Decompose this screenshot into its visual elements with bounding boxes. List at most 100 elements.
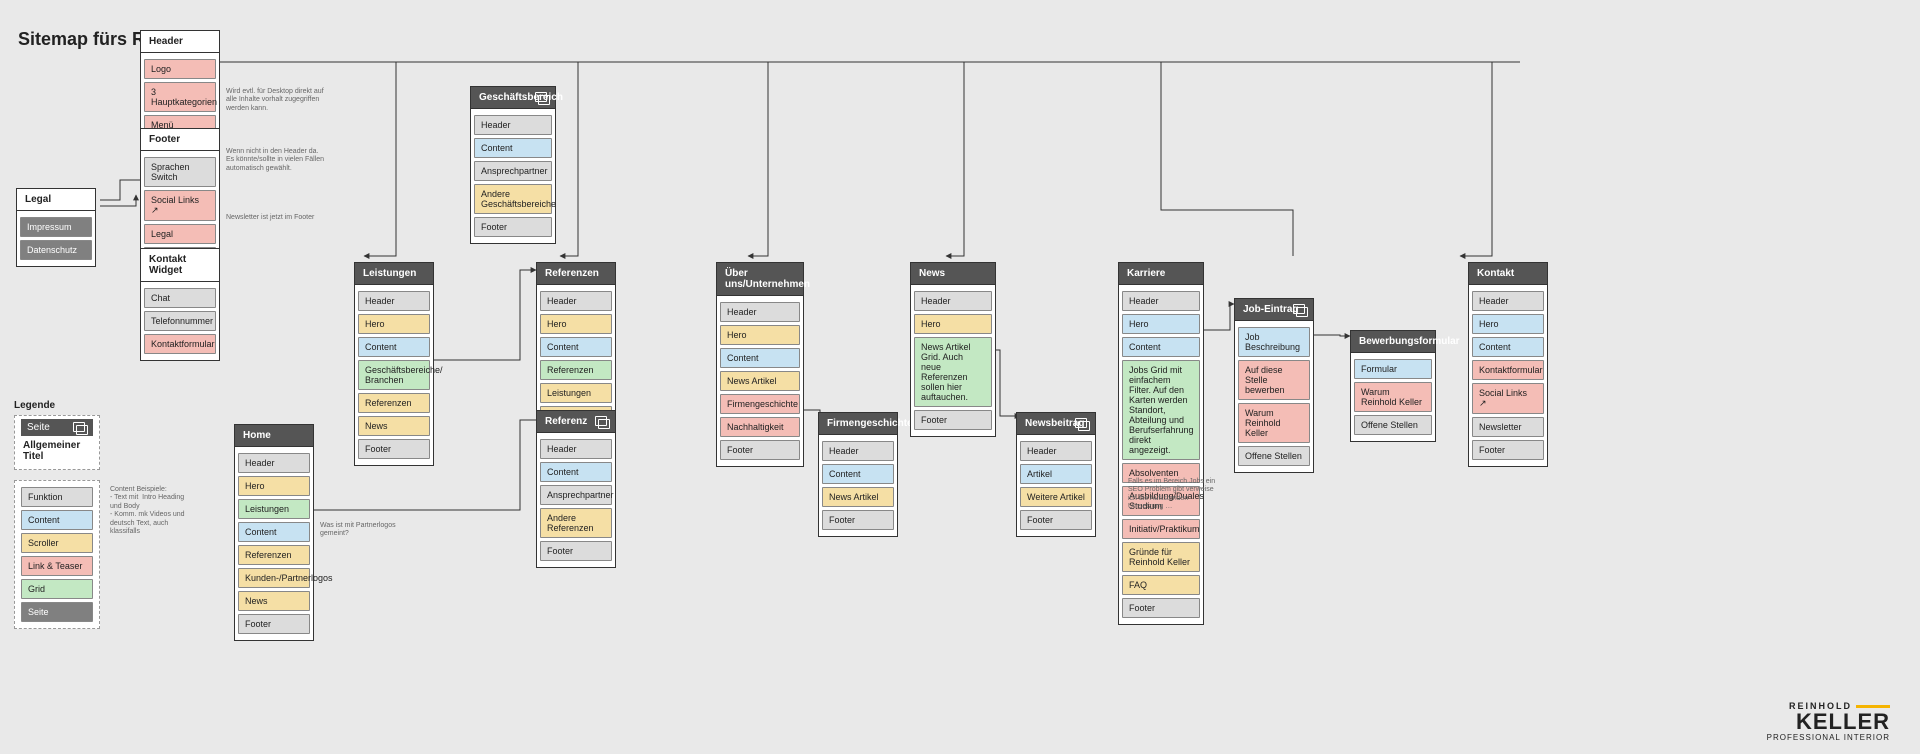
card-title: Leistungen xyxy=(355,263,433,285)
card-item: Hero xyxy=(1122,314,1200,334)
card-item: Content xyxy=(21,510,93,530)
card-item: Legal xyxy=(144,224,216,244)
card-item: FAQ xyxy=(1122,575,1200,595)
card-item: Footer xyxy=(822,510,894,530)
card-title: Bewerbungsformular xyxy=(1351,331,1435,353)
card-item: Content xyxy=(720,348,800,368)
card-item: Gründe für Reinhold Keller xyxy=(1122,542,1200,572)
card-item: Scroller xyxy=(21,533,93,553)
card-item: Header xyxy=(822,441,894,461)
card-item: Footer xyxy=(1020,510,1092,530)
card-item: Header xyxy=(540,291,612,311)
card-item: Footer xyxy=(474,217,552,237)
card-item: Offene Stellen xyxy=(1238,446,1310,466)
card-title: Home xyxy=(235,425,313,447)
card-item: Andere Geschäftsbereiche xyxy=(474,184,552,214)
card-title: Footer xyxy=(141,129,219,151)
card-leistungen: Leistungen HeaderHeroContentGeschäftsber… xyxy=(354,262,434,466)
card-item: Telefonnummer xyxy=(144,311,216,331)
card-item: Footer xyxy=(914,410,992,430)
multi-page-icon xyxy=(73,422,87,434)
card-item: Content xyxy=(1122,337,1200,357)
card-item: Impressum xyxy=(20,217,92,237)
card-item: Sprachen Switch xyxy=(144,157,216,187)
card-item: Leistungen xyxy=(238,499,310,519)
card-news: News HeaderHeroNews Artikel Grid. Auch n… xyxy=(910,262,996,437)
card-karriere: Karriere Header Hero Content Jobs Grid mit … xyxy=(1118,262,1204,625)
card-item: News xyxy=(358,416,430,436)
logo-line3: PROFESSIONAL INTERIOR xyxy=(1767,733,1890,742)
card-item: Offene Stellen xyxy=(1354,415,1432,435)
card-title: Karriere xyxy=(1119,263,1203,285)
card-item: Weitere Artikel xyxy=(1020,487,1092,507)
card-kontakt-widget: Kontakt Widget ChatTelefonnummerKontaktf… xyxy=(140,248,220,361)
note-content-example: Content Beispiele: - Text mit Intro Head… xyxy=(110,486,190,536)
card-item: Footer xyxy=(540,541,612,561)
card-title: Kontakt xyxy=(1469,263,1547,285)
card-item: News Artikel Grid. Auch neue Referenzen … xyxy=(914,337,992,407)
card-title: Geschäftsbereich xyxy=(471,87,555,109)
card-title: News xyxy=(911,263,995,285)
card-item: Content xyxy=(540,462,612,482)
note-header: Wird evtl. für Desktop direkt auf alle I… xyxy=(226,88,326,113)
note-karriere: Falls es im Bereich Jobs ein SEO Problem… xyxy=(1128,478,1218,512)
card-item: Header xyxy=(1122,291,1200,311)
card-item: Referenzen xyxy=(238,545,310,565)
card-item: Header xyxy=(914,291,992,311)
card-item: 3 Hauptkategorien xyxy=(144,82,216,112)
card-item: Referenzen xyxy=(540,360,612,380)
legend-page-example: Seite Allgemeiner Titel xyxy=(14,415,100,470)
card-firmengeschichte: Firmengeschichte Header Content News Artik… xyxy=(818,412,898,537)
card-item: Newsletter xyxy=(1472,417,1544,437)
card-item: Link & Teaser xyxy=(21,556,93,576)
card-kontakt: Kontakt HeaderHeroContentKontaktformular… xyxy=(1468,262,1548,467)
card-item: Social Links ↗ xyxy=(144,190,216,221)
card-title: Referenz xyxy=(537,411,615,433)
card-ueber-uns: Über uns/Unternehmen HeaderHeroContentNe… xyxy=(716,262,804,467)
card-item: Hero xyxy=(720,325,800,345)
multi-page-icon xyxy=(595,416,609,428)
card-item: Header xyxy=(474,115,552,135)
card-item: Jobs Grid mit einfachem Filter. Auf den … xyxy=(1122,360,1200,460)
card-item: Ansprechpartner xyxy=(474,161,552,181)
sitemap-diagram: { "title": "Sitemap\nfürs\nRedesign", "n… xyxy=(0,0,1920,754)
card-item: Geschäftsbereiche/ Branchen xyxy=(358,360,430,390)
card-home: Home HeaderHeroLeistungenContentReferenz… xyxy=(234,424,314,641)
card-item: Kontaktformular xyxy=(1472,360,1544,380)
card-item: Funktion xyxy=(21,487,93,507)
card-item: Footer xyxy=(238,614,310,634)
card-item: Warum Reinhold Keller xyxy=(1354,382,1432,412)
legend-page-sub: Allgemeiner Titel xyxy=(21,436,93,466)
card-item: News Artikel xyxy=(822,487,894,507)
card-item: Chat xyxy=(144,288,216,308)
card-item: Nachhaltigkeit xyxy=(720,417,800,437)
card-item: Footer xyxy=(1122,598,1200,618)
card-job-eintrag: Job-Eintrag Job BeschreibungAuf diese St… xyxy=(1234,298,1314,473)
card-item: Datenschutz xyxy=(20,240,92,260)
multi-page-icon xyxy=(1075,418,1089,430)
multi-page-icon xyxy=(535,92,549,104)
card-item: Job Beschreibung xyxy=(1238,327,1310,357)
card-item: Logo xyxy=(144,59,216,79)
card-header: Header Logo3 HauptkategorienMenü xyxy=(140,30,220,142)
card-item: Auf diese Stelle bewerben xyxy=(1238,360,1310,400)
card-item: Hero xyxy=(1472,314,1544,334)
card-title: Referenzen xyxy=(537,263,615,285)
card-title: Job-Eintrag xyxy=(1235,299,1313,321)
logo-line2: KELLER xyxy=(1767,711,1890,733)
card-title: Firmengeschichte xyxy=(819,413,897,435)
card-item: Leistungen xyxy=(540,383,612,403)
card-item: Content xyxy=(358,337,430,357)
card-item: Artikel xyxy=(1020,464,1092,484)
card-item: Referenzen xyxy=(358,393,430,413)
card-item: Content xyxy=(822,464,894,484)
card-item: Grid xyxy=(21,579,93,599)
logo-bar-icon xyxy=(1856,705,1890,708)
card-item: Header xyxy=(238,453,310,473)
legend-title: Legende xyxy=(14,400,100,411)
card-item: Header xyxy=(1472,291,1544,311)
card-item: Footer xyxy=(1472,440,1544,460)
card-title: Legal xyxy=(17,189,95,211)
card-title: Über uns/Unternehmen xyxy=(717,263,803,296)
card-title: Header xyxy=(141,31,219,53)
